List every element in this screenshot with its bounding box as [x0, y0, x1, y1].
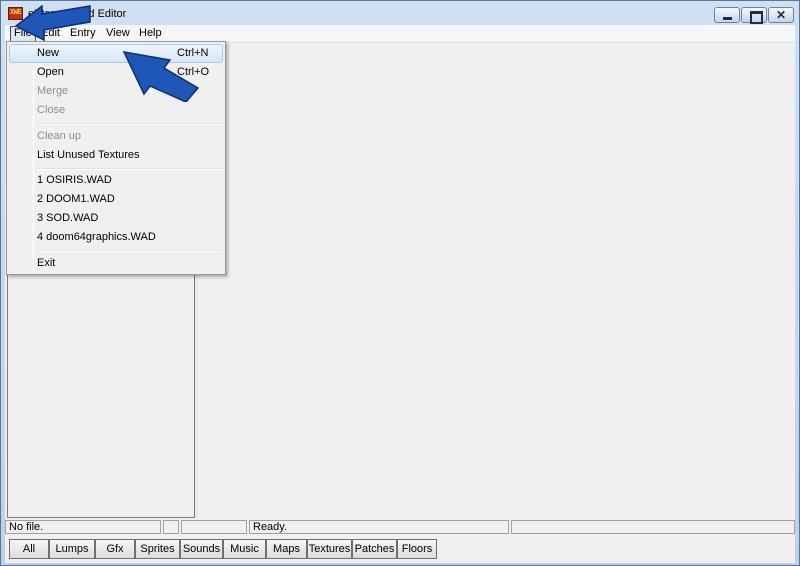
maximize-button[interactable]	[741, 7, 767, 24]
menu-item-open[interactable]: Open Ctrl+O	[9, 63, 223, 82]
menu-item-recent-1[interactable]: 1 OSIRIS.WAD	[9, 171, 223, 190]
menu-item-new-shortcut: Ctrl+N	[177, 47, 209, 59]
filter-music-button[interactable]: Music	[223, 539, 266, 559]
menu-entry[interactable]: Entry	[66, 26, 100, 42]
menu-file[interactable]: File	[10, 26, 36, 42]
minimize-button[interactable]	[714, 7, 740, 23]
status-bar: No file. Ready.	[5, 519, 795, 535]
menu-item-open-shortcut: Ctrl+O	[177, 66, 210, 78]
menu-item-new-label: New	[37, 47, 60, 59]
menu-separator	[37, 168, 223, 170]
filter-toolbar: All Lumps Gfx Sprites Sounds Music Maps …	[5, 535, 795, 563]
menu-item-list-unused-textures[interactable]: List Unused Textures	[9, 146, 223, 165]
close-icon: ✕	[775, 8, 787, 22]
menu-item-open-label: Open	[37, 66, 64, 78]
menu-item-exit[interactable]: Exit	[9, 254, 223, 273]
file-menu-dropdown: New Ctrl+N Open Ctrl+O Merge Close Clean…	[6, 41, 226, 275]
status-message: Ready.	[249, 520, 509, 534]
filter-floors-button[interactable]: Floors	[397, 539, 437, 559]
menu-item-recent-2[interactable]: 2 DOOM1.WAD	[9, 190, 223, 209]
title-bar[interactable]: XWE eXter ad Editor ✕	[1, 1, 799, 25]
window-title-tail: ad Editor	[82, 8, 127, 20]
menu-separator	[37, 123, 223, 125]
filter-gfx-button[interactable]: Gfx	[95, 539, 135, 559]
filter-textures-button[interactable]: Textures	[307, 539, 352, 559]
menu-item-recent-3[interactable]: 3 SOD.WAD	[9, 209, 223, 228]
status-cell-2	[163, 520, 179, 534]
filter-patches-button[interactable]: Patches	[352, 539, 397, 559]
status-cell-5	[511, 520, 795, 534]
menu-view[interactable]: View	[102, 26, 134, 42]
editor-area	[198, 43, 795, 518]
menu-item-close[interactable]: Close	[9, 101, 223, 120]
menu-item-new[interactable]: New Ctrl+N	[9, 44, 223, 63]
filter-maps-button[interactable]: Maps	[266, 539, 307, 559]
xwe-app-icon[interactable]: XWE	[8, 7, 23, 20]
filter-sprites-button[interactable]: Sprites	[135, 539, 180, 559]
filter-sounds-button[interactable]: Sounds	[180, 539, 223, 559]
filter-all-button[interactable]: All	[9, 539, 49, 559]
window-title-visible: eXter	[28, 8, 55, 20]
close-button[interactable]: ✕	[768, 7, 794, 23]
window-title: eXter ad Editor	[28, 8, 126, 20]
menu-item-recent-4[interactable]: 4 doom64graphics.WAD	[9, 228, 223, 247]
menu-help[interactable]: Help	[135, 26, 166, 42]
menu-separator	[37, 250, 223, 252]
menu-item-merge[interactable]: Merge	[9, 82, 223, 101]
status-cell-3	[181, 520, 247, 534]
status-file: No file.	[5, 520, 161, 534]
menu-item-clean-up[interactable]: Clean up	[9, 127, 223, 146]
filter-lumps-button[interactable]: Lumps	[49, 539, 95, 559]
menu-edit[interactable]: Edit	[37, 26, 64, 42]
